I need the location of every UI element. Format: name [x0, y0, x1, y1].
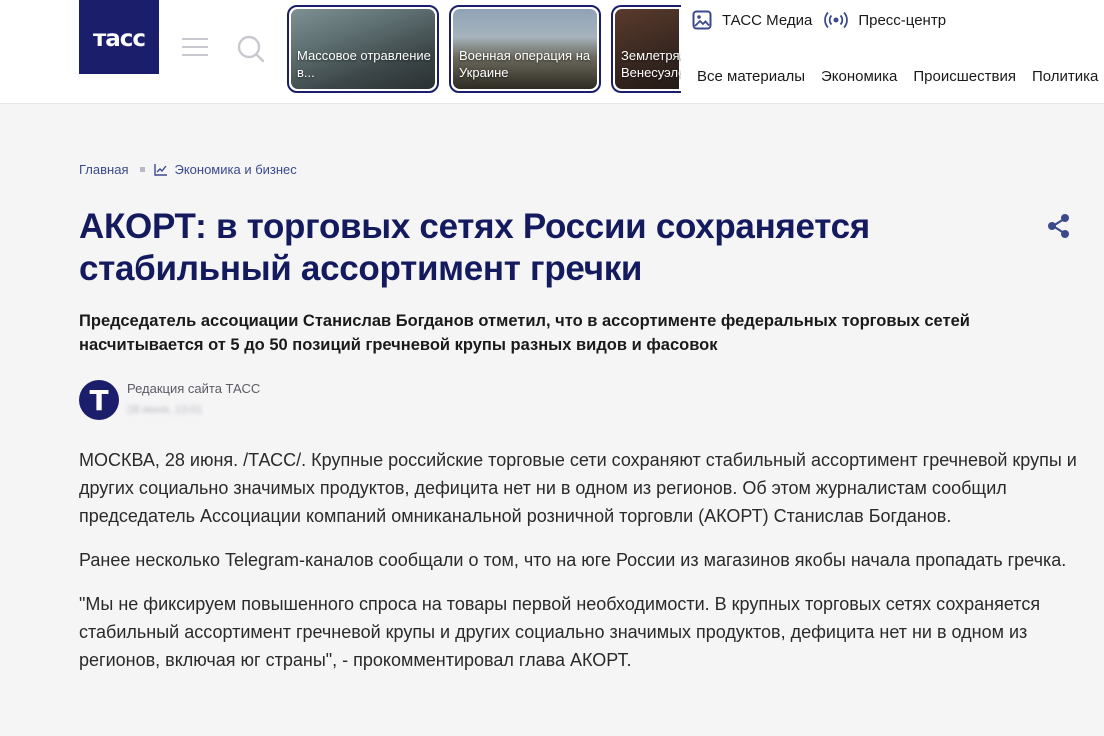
share-icon	[1048, 214, 1069, 238]
nav-item-economy[interactable]: Экономика	[821, 68, 897, 85]
main-nav: Все материалы Экономика Происшествия Пол…	[697, 68, 1104, 85]
site-header: тасс Массовое отравление в... Военная оп…	[0, 0, 1104, 104]
article-body: МОСКВА, 28 июня. /ТАСС/. Крупные российс…	[79, 446, 1079, 690]
story-caption: Массовое отравление в...	[297, 48, 431, 80]
image-icon	[692, 10, 712, 30]
story-card-earthquake[interactable]: Землетрясение Венесуэле	[611, 5, 681, 93]
story-card-poisoning[interactable]: Массовое отравление в...	[287, 5, 439, 93]
menu-icon	[182, 38, 208, 40]
author-block: Т Редакция сайта ТАСС 28 июня, 13:01	[79, 380, 260, 420]
press-center-label: Пресс-центр	[858, 11, 947, 29]
menu-button[interactable]	[182, 38, 208, 58]
chart-icon	[154, 163, 168, 176]
story-caption: Военная операция на Украине	[459, 48, 591, 80]
article-lead: Председатель ассоциации Станислав Богдан…	[79, 312, 970, 354]
breadcrumb-separator	[140, 167, 146, 172]
breadcrumb-section[interactable]: Экономика и бизнес	[174, 162, 296, 177]
nav-item-incidents[interactable]: Происшествия	[913, 68, 1016, 85]
press-center-link[interactable]: Пресс-центр	[824, 10, 946, 30]
article-title: АКОРТ: в торговых сетях России сохраняет…	[79, 207, 870, 288]
tass-media-link[interactable]: ТАСС Медиа	[692, 10, 812, 30]
article-paragraph: "Мы не фиксируем повышенного спроса на т…	[79, 594, 1041, 670]
share-button[interactable]	[1044, 211, 1074, 241]
article-paragraph: Ранее несколько Telegram-каналов сообщал…	[79, 550, 1067, 570]
author-name[interactable]: Редакция сайта ТАСС	[127, 381, 260, 396]
top-links: ТАСС Медиа Пресс-центр	[692, 10, 958, 30]
breadcrumb: Главная Экономика и бизнес	[79, 162, 297, 177]
search-button[interactable]	[236, 34, 266, 64]
publish-date: 28 июня, 13:01	[127, 404, 203, 416]
nav-item-politics[interactable]: Политика	[1032, 68, 1098, 85]
article-paragraph: МОСКВА, 28 июня. /ТАСС/. Крупные российс…	[79, 450, 1077, 526]
tass-media-label: ТАСС Медиа	[722, 11, 813, 29]
breadcrumb-home[interactable]: Главная	[79, 162, 128, 177]
avatar: Т	[79, 380, 119, 420]
broadcast-icon	[824, 11, 849, 29]
search-icon	[237, 35, 265, 63]
nav-item-all[interactable]: Все материалы	[697, 68, 805, 85]
story-caption: Землетрясение Венесуэле	[621, 48, 681, 80]
logo-text: тасс	[92, 26, 146, 52]
story-card-ukraine[interactable]: Военная операция на Украине	[449, 5, 601, 93]
tass-logo[interactable]: тасс	[79, 0, 159, 74]
